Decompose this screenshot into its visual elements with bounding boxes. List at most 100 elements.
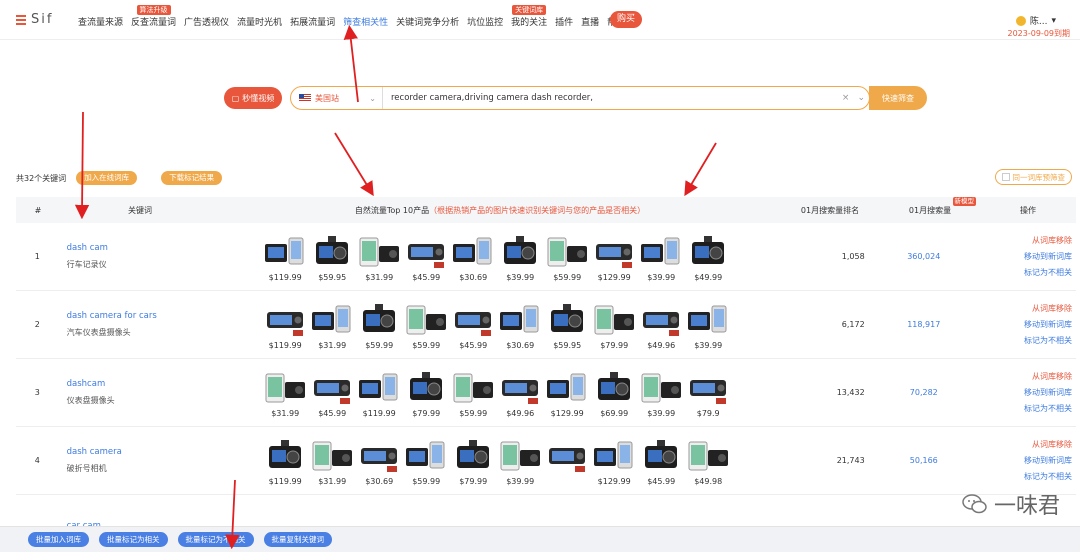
header-rank[interactable]: 01月搜索量排名 <box>780 205 880 216</box>
nav-item[interactable]: 插件 <box>551 15 577 28</box>
move-to-library-link[interactable]: 移动到新词库 <box>983 387 1072 398</box>
bulk-add-library-button[interactable]: 批量加入词库 <box>28 532 89 547</box>
row-volume[interactable]: 50,166 <box>895 456 953 465</box>
user-menu[interactable]: 陈... ▾ <box>1015 14 1056 27</box>
nav-item[interactable]: 关键词竞争分析 <box>392 15 463 28</box>
product-price: $39.99 <box>647 408 676 418</box>
logo[interactable]: Sif <box>16 12 53 27</box>
nav-item[interactable]: 直播 <box>577 15 603 28</box>
product-thumb[interactable]: $59.99 <box>404 300 449 350</box>
row-volume[interactable]: 360,024 <box>895 252 953 261</box>
nav-item[interactable]: 我的关注 关键词库 <box>507 5 551 28</box>
product-thumb[interactable]: $30.69 <box>451 232 496 282</box>
nav-item[interactable]: 反查流量词 算法升级 <box>127 5 180 28</box>
video-help-button[interactable]: ▢ 秒懂视频 <box>224 87 282 109</box>
keyword-search-input[interactable] <box>383 87 838 109</box>
mark-unrelated-link[interactable]: 标记为不相关 <box>983 471 1072 482</box>
keyword-link[interactable]: dash cam <box>67 243 253 253</box>
keyword-link[interactable]: dashcam <box>67 379 253 389</box>
product-thumb[interactable]: $59.99 <box>545 232 590 282</box>
buy-button[interactable]: 购买 <box>610 11 642 28</box>
row-volume[interactable]: 118,917 <box>895 320 953 329</box>
table-row: 3 dashcam 仪表盘摄像头 $31.99 $45.99 $119.99 $79.99 $… <box>16 359 1076 427</box>
product-thumb[interactable]: $45.99 <box>310 368 355 418</box>
mark-unrelated-link[interactable]: 标记为不相关 <box>983 267 1072 278</box>
product-thumb[interactable]: $30.69 <box>498 300 543 350</box>
product-thumb[interactable]: $31.99 <box>357 232 402 282</box>
product-thumb[interactable]: $129.99 <box>592 436 637 486</box>
product-thumb[interactable]: $79.99 <box>592 300 637 350</box>
product-thumb[interactable]: $39.99 <box>498 436 543 486</box>
product-thumb[interactable]: $45.99 <box>639 436 684 486</box>
nav-item[interactable]: 流量时光机 <box>233 15 286 28</box>
product-thumb[interactable]: $59.99 <box>451 368 496 418</box>
new-model-badge: 新模型 <box>952 196 976 206</box>
product-thumb[interactable]: $119.99 <box>263 436 308 486</box>
product-image <box>592 368 636 408</box>
download-results-button[interactable]: 下载标记结果 <box>161 171 223 185</box>
bulk-copy-keywords-button[interactable]: 批量复制关键词 <box>263 532 332 547</box>
remove-from-library-link[interactable]: 从词库移除 <box>983 235 1072 246</box>
product-thumb[interactable]: $39.99 <box>639 232 684 282</box>
product-thumb[interactable]: $59.99 <box>404 436 449 486</box>
product-thumb[interactable]: $31.99 <box>310 300 355 350</box>
remove-from-library-link[interactable]: 从词库移除 <box>983 371 1072 382</box>
product-thumb[interactable]: $59.95 <box>545 300 590 350</box>
product-thumb[interactable]: $69.99 <box>592 368 637 418</box>
product-thumb[interactable]: $49.96 <box>639 300 684 350</box>
product-thumb[interactable]: $39.99 <box>686 300 731 350</box>
chevron-down-icon[interactable]: ⌄ <box>853 93 869 103</box>
clear-icon[interactable]: × <box>838 93 854 103</box>
add-to-library-button[interactable]: 加入在线词库 <box>76 171 138 185</box>
product-thumb[interactable]: $39.99 <box>498 232 543 282</box>
product-thumb[interactable]: $119.99 <box>263 232 308 282</box>
nav-item[interactable]: 查流量来源 <box>74 15 127 28</box>
product-price: $49.98 <box>694 476 723 486</box>
move-to-library-link[interactable]: 移动到新词库 <box>983 319 1072 330</box>
move-to-library-link[interactable]: 移动到新词库 <box>983 455 1072 466</box>
mark-unrelated-link[interactable]: 标记为不相关 <box>983 335 1072 346</box>
product-thumb[interactable]: $129.99 <box>592 232 637 282</box>
remove-from-library-link[interactable]: 从词库移除 <box>983 439 1072 450</box>
product-thumb[interactable]: $45.99 <box>404 232 449 282</box>
site-select[interactable]: 美国站 ⌄ <box>291 87 383 109</box>
product-price: $129.99 <box>597 272 631 282</box>
product-thumb[interactable]: $49.99 <box>686 232 731 282</box>
product-thumb[interactable]: $45.99 <box>451 300 496 350</box>
product-thumb[interactable]: $59.99 <box>357 300 402 350</box>
product-price: $31.99 <box>365 272 394 282</box>
product-thumb[interactable]: $49.98 <box>686 436 731 486</box>
product-thumb[interactable]: $119.99 <box>357 368 402 418</box>
quick-filter-button[interactable]: 快速筛查 <box>869 86 927 110</box>
table-row: 1 dash cam 行车记录仪 $119.99 $59.95 $31.99 $45.99 $… <box>16 223 1076 291</box>
library-prefilter-checkbox[interactable]: 同一词库预筛查 <box>994 169 1072 185</box>
product-thumb[interactable]: $79.9 <box>686 368 731 418</box>
user-name: 陈... <box>1029 17 1048 27</box>
product-thumb[interactable]: $31.99 <box>310 436 355 486</box>
remove-from-library-link[interactable]: 从词库移除 <box>983 303 1072 314</box>
product-thumb[interactable]: $49.96 <box>498 368 543 418</box>
product-thumb[interactable]: $31.99 <box>263 368 308 418</box>
move-to-library-link[interactable]: 移动到新词库 <box>983 251 1072 262</box>
product-price: $49.96 <box>506 408 535 418</box>
nav-item[interactable]: 拓展流量词 <box>286 15 339 28</box>
nav-item[interactable]: 广告透视仪 <box>180 15 233 28</box>
product-thumb[interactable] <box>545 436 590 486</box>
product-thumb[interactable]: $119.99 <box>263 300 308 350</box>
row-volume[interactable]: 70,282 <box>895 388 953 397</box>
product-thumb[interactable]: $59.95 <box>310 232 355 282</box>
product-thumb[interactable]: $79.99 <box>404 368 449 418</box>
bulk-mark-related-button[interactable]: 批量标记为相关 <box>99 532 168 547</box>
keyword-link[interactable]: dash camera <box>67 447 253 457</box>
nav-item[interactable]: 筛查相关性 <box>339 15 392 28</box>
bulk-mark-unrelated-button[interactable]: 批量标记为不相关 <box>177 532 254 547</box>
product-thumb[interactable]: $129.99 <box>545 368 590 418</box>
header-volume[interactable]: 01月搜索量 新模型 <box>880 196 980 216</box>
keyword-link[interactable]: dash camera for cars <box>67 311 253 321</box>
product-image <box>639 368 683 408</box>
product-thumb[interactable]: $79.99 <box>451 436 496 486</box>
mark-unrelated-link[interactable]: 标记为不相关 <box>983 403 1072 414</box>
product-thumb[interactable]: $39.99 <box>639 368 684 418</box>
product-thumb[interactable]: $30.69 <box>357 436 402 486</box>
nav-item[interactable]: 坑位监控 <box>463 15 507 28</box>
